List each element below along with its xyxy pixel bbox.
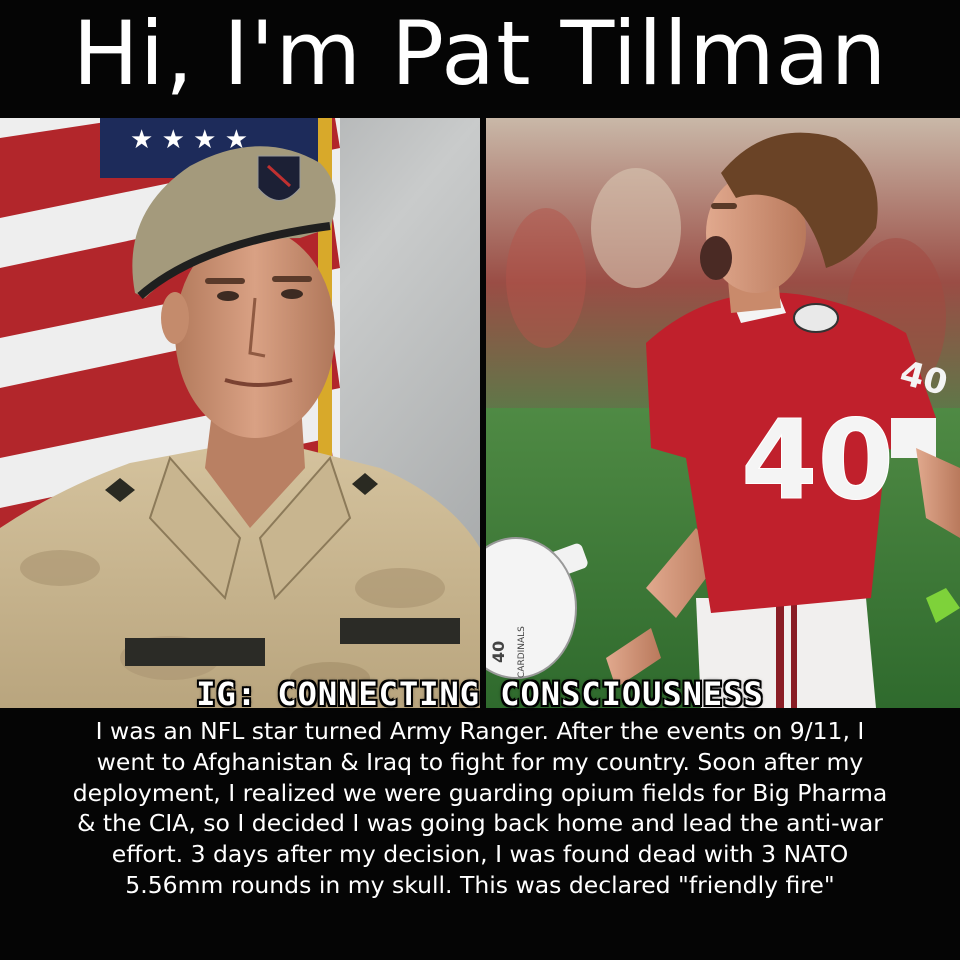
caption-line: went to Afghanistan & Iraq to fight for … xyxy=(96,747,864,776)
caption-line: I was an NFL star turned Army Ranger. Af… xyxy=(95,717,865,745)
soldier-photo: ★ ★ ★ ★ xyxy=(0,118,480,708)
soldier-illustration: ★ ★ ★ ★ xyxy=(0,118,480,708)
watermark-text: IG: CONNECTING CONSCIOUSNESS xyxy=(196,675,764,713)
caption-text: I was an NFL star turned Army Ranger. Af… xyxy=(0,716,960,901)
open-mouth xyxy=(700,236,732,280)
jersey-patch-icon xyxy=(793,303,839,333)
page-title: Hi, I'm Pat Tillman xyxy=(72,2,888,105)
beret-flash-icon xyxy=(257,155,301,201)
football-photo: 40 CARDINALS 40 40 xyxy=(486,118,960,708)
caption-line: effort. 3 days after my decision, I was … xyxy=(111,840,849,869)
helmet-number: 40 xyxy=(489,641,508,663)
jersey-number: 40 xyxy=(741,396,894,524)
name-tape xyxy=(125,638,265,666)
meme-image: Hi, I'm Pat Tillman ★ ★ ★ ★ 40 CARDINALS… xyxy=(0,0,960,960)
caption-line: deployment, I realized we were guarding … xyxy=(72,778,888,807)
football-illustration: 40 CARDINALS 40 40 xyxy=(486,118,960,708)
caption-line: 5.56mm rounds in my skull. This was decl… xyxy=(125,870,835,899)
helmet-text: CARDINALS xyxy=(517,626,527,678)
caption-line: & the CIA, so I decided I was going back… xyxy=(77,809,883,838)
army-tape xyxy=(340,618,460,644)
